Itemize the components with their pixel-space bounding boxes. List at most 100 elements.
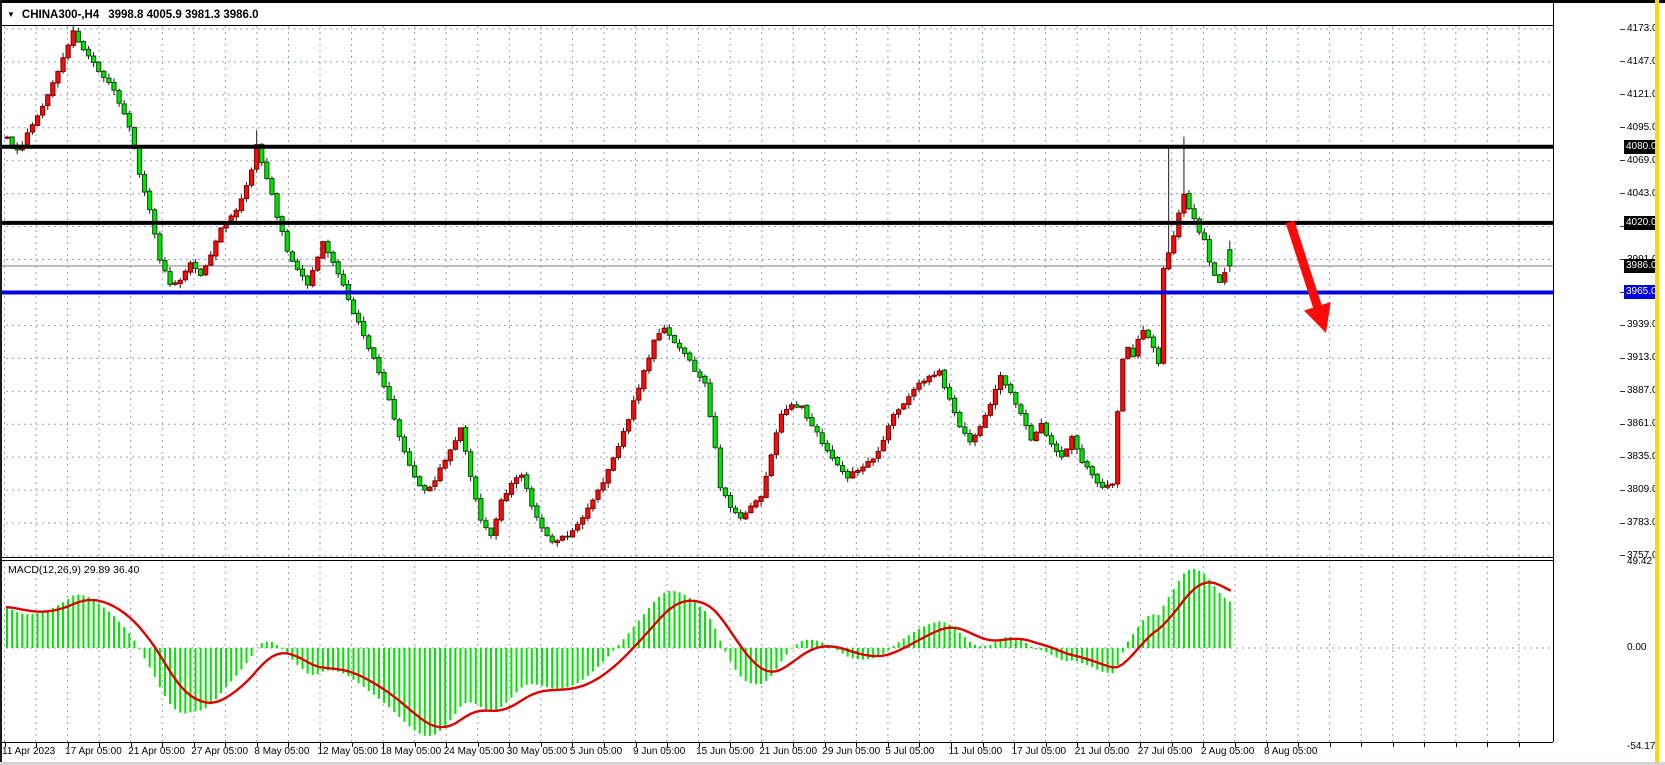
candle-bearish	[703, 376, 707, 383]
candle-bullish	[647, 358, 651, 371]
candle-bearish	[76, 31, 80, 42]
ohlc-readout: 3998.8 4005.9 3981.3 3986.0	[108, 9, 258, 21]
candle-bearish	[1060, 451, 1064, 457]
candle-bearish	[1009, 384, 1013, 392]
price-tick	[1620, 358, 1625, 359]
time-tick-label: 11 Jul 05:00	[949, 746, 1003, 757]
candle-bullish	[214, 241, 218, 256]
candle-bearish	[484, 521, 488, 528]
candle-bullish	[632, 401, 636, 419]
candle-bearish	[1090, 467, 1094, 475]
price-tick	[1620, 29, 1625, 30]
candle-bullish	[61, 58, 65, 72]
candle-bullish	[56, 72, 60, 83]
candle-bearish	[963, 427, 967, 433]
candle-bearish	[1085, 462, 1089, 467]
candle-bearish	[290, 252, 294, 261]
macd-axis-label: -54.17	[1627, 740, 1655, 753]
price-tick-label: 4043.0	[1627, 187, 1658, 200]
candle-bullish	[637, 388, 641, 400]
time-tick-label: 5 Jun 05:00	[570, 746, 622, 757]
candle-bullish	[1111, 484, 1115, 485]
candle-bullish	[560, 536, 564, 540]
candle-bearish	[530, 489, 534, 506]
candle-bearish	[942, 370, 946, 388]
candle-bullish	[555, 541, 559, 543]
candle-bullish	[433, 481, 437, 487]
macd-canvas[interactable]	[0, 560, 1553, 742]
candle-bullish	[1116, 412, 1120, 484]
symbol-timeframe-label: CHINA300-,H4	[22, 9, 99, 21]
candle-bullish	[576, 524, 580, 530]
candle-bullish	[922, 381, 926, 383]
candle-bearish	[815, 427, 819, 432]
price-tick	[1620, 160, 1625, 161]
dropdown-icon[interactable]: ▼	[7, 10, 15, 19]
candle-bearish	[840, 466, 844, 472]
candle-bullish	[178, 280, 182, 283]
time-tick	[1330, 743, 1331, 747]
candle-bearish	[1044, 423, 1048, 435]
candle-bearish	[667, 328, 671, 335]
candle-bearish	[285, 231, 289, 251]
candle-bearish	[1095, 474, 1099, 483]
candle-bullish	[657, 334, 661, 340]
candle-bearish	[193, 263, 197, 269]
candle-bearish	[102, 71, 106, 77]
candle-bullish	[790, 405, 794, 409]
candle-bullish	[448, 450, 452, 461]
candle-bullish	[902, 404, 906, 409]
candle-bullish	[438, 468, 442, 481]
candle-bearish	[336, 262, 340, 274]
candle-bullish	[509, 483, 513, 494]
time-tick	[1361, 743, 1362, 747]
time-tick-label: 5 Jul 05:00	[885, 746, 934, 757]
candle-bearish	[672, 336, 676, 343]
candle-bullish	[428, 487, 432, 491]
candle-bullish	[443, 460, 447, 468]
candle-bullish	[514, 478, 518, 484]
candle-bearish	[795, 405, 799, 407]
candle-bearish	[805, 405, 809, 418]
price-chart-canvas[interactable]	[0, 26, 1553, 557]
price-tick	[1620, 325, 1625, 326]
candle-bearish	[1151, 337, 1155, 347]
candle-bullish	[744, 513, 748, 519]
candle-bullish	[856, 470, 860, 472]
time-tick-label: 27 Apr 05:00	[191, 746, 248, 757]
candle-bearish	[423, 486, 427, 490]
candle-bearish	[469, 452, 473, 477]
time-tick-label: 8 Aug 05:00	[1264, 746, 1317, 757]
candle-bullish	[1034, 432, 1038, 440]
candle-bullish	[1105, 485, 1109, 487]
candles	[5, 26, 1232, 547]
candle-bullish	[871, 459, 875, 462]
candle-bearish	[341, 274, 345, 285]
candle-bearish	[265, 162, 269, 178]
candle-bearish	[199, 269, 203, 275]
trend-arrow[interactable]	[1290, 222, 1331, 333]
candle-bullish	[973, 435, 977, 442]
time-tick-label: 21 Jun 05:00	[759, 746, 817, 757]
candle-bearish	[830, 450, 834, 458]
candle-bearish	[723, 488, 727, 496]
candle-bearish	[1156, 348, 1160, 363]
time-tick-label: 11 Apr 2023	[2, 746, 55, 757]
candle-bearish	[947, 388, 951, 399]
candle-bearish	[1080, 449, 1084, 463]
candle-bearish	[295, 261, 299, 269]
candle-bullish	[499, 500, 503, 520]
candle-bullish	[983, 415, 987, 427]
candle-bullish	[866, 462, 870, 468]
price-tick-label: 4147.0	[1627, 55, 1658, 68]
price-tick	[1620, 555, 1625, 556]
candle-bearish	[137, 148, 141, 175]
candle-bullish	[239, 199, 243, 211]
time-tick-label: 27 Jul 05:00	[1138, 746, 1193, 757]
candle-bullish	[1182, 194, 1186, 213]
last-price-badge: 3986.0	[1624, 259, 1657, 273]
candle-bearish	[97, 62, 101, 71]
candle-bullish	[774, 433, 778, 455]
candle-bullish	[881, 440, 885, 450]
candle-bullish	[30, 125, 34, 132]
